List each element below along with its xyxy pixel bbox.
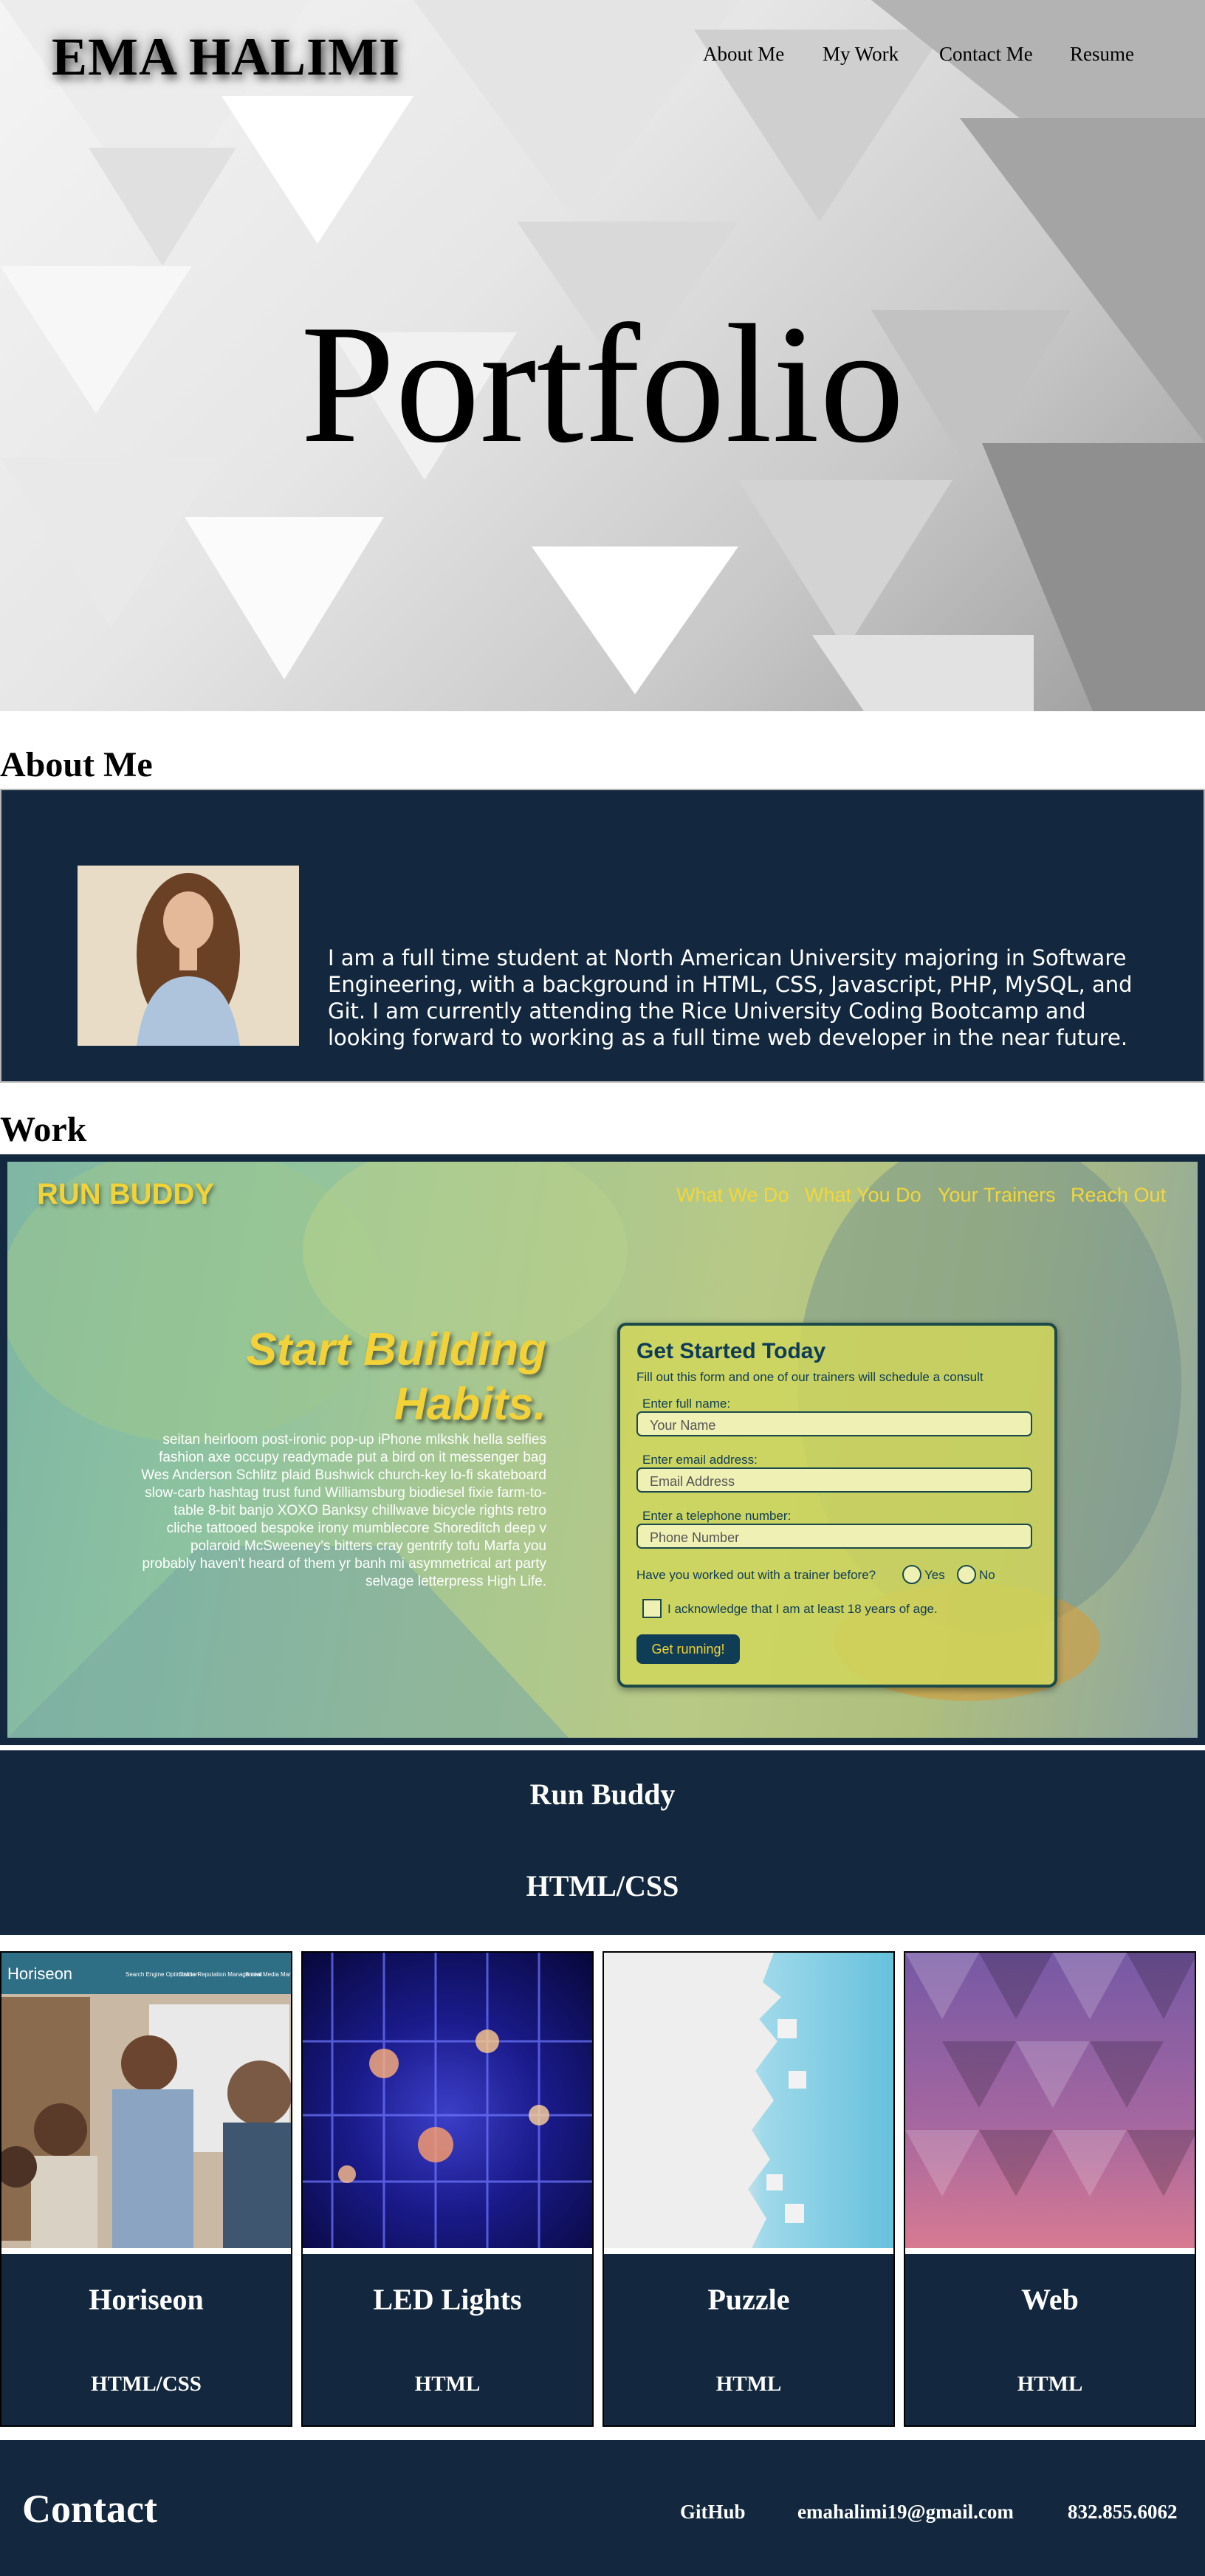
age-acknowledge-label: I acknowledge that I am at least 18 year… [667, 1602, 938, 1616]
hero-section: EMA HALIMI About Me My Work Contact Me R… [0, 0, 1205, 711]
nav-link-my-work[interactable]: My Work [823, 43, 899, 66]
get-running-button: Get running! [636, 1634, 740, 1664]
work-heading: Work [0, 1110, 87, 1149]
phone-label: Enter a telephone number: [642, 1509, 792, 1523]
run-buddy-nav-what-we-do: What We Do [676, 1184, 789, 1206]
site-logo[interactable]: EMA HALIMI [52, 27, 400, 88]
form-subtitle: Fill out this form and one of our traine… [636, 1370, 983, 1384]
form-title: Get Started Today [636, 1339, 826, 1363]
github-link[interactable]: GitHub [680, 2501, 746, 2524]
yes-label: Yes [924, 1568, 945, 1582]
led-lights-thumbnail [303, 1953, 592, 2254]
contact-section: Contact GitHub emahalimi19@gmail.com 832… [0, 2440, 1205, 2576]
run-buddy-headline-line-1: Start Building [246, 1324, 546, 1375]
project-title-led-lights: LED Lights [373, 2283, 522, 2316]
age-checkbox [642, 1599, 662, 1618]
hero-title: Portfolio [301, 290, 904, 478]
project-card-horiseon[interactable]: Horiseon Search Engine Optimization Onli… [0, 1951, 292, 2427]
yes-radio [902, 1565, 921, 1584]
about-heading: About Me [0, 745, 153, 784]
email-field: Email Address [636, 1467, 1032, 1493]
nav-link-about-me[interactable]: About Me [703, 43, 784, 66]
run-buddy-nav-what-you-do: What You Do [805, 1184, 921, 1206]
nav-link-contact-me[interactable]: Contact Me [939, 43, 1033, 66]
contact-heading: Contact [22, 2487, 157, 2531]
run-buddy-screenshot[interactable]: RUN BUDDY What We Do What You Do Your Tr… [7, 1162, 1198, 1738]
no-radio [957, 1565, 976, 1584]
project-tech-puzzle: HTML [715, 2372, 782, 2396]
email-label: Enter email address: [642, 1453, 758, 1467]
name-label: Enter full name: [642, 1397, 731, 1411]
run-buddy-headline: Start Building Habits. [103, 1323, 546, 1432]
no-label: No [979, 1568, 995, 1582]
trainer-question: Have you worked out with a trainer befor… [636, 1568, 876, 1582]
featured-project-preview[interactable]: RUN BUDDY What We Do What You Do Your Tr… [0, 1154, 1205, 1745]
project-tech-led-lights: HTML [414, 2372, 481, 2396]
run-buddy-nav-reach-out: Reach Out [1071, 1184, 1167, 1206]
phone-field: Phone Number [636, 1524, 1032, 1549]
horiseon-thumb-nav-3: Social Media Marketing [245, 1971, 291, 1978]
run-buddy-nav-your-trainers: Your Trainers [938, 1184, 1056, 1206]
project-card-web[interactable]: Web HTML [904, 1951, 1196, 2427]
run-buddy-headline-line-2: Habits. [394, 1379, 546, 1430]
web-thumbnail [905, 1953, 1195, 2254]
name-field: Your Name [636, 1411, 1032, 1436]
project-title-web: Web [1021, 2283, 1079, 2316]
run-buddy-signup-form: Get Started Today Fill out this form and… [617, 1323, 1057, 1688]
email-link[interactable]: emahalimi19@gmail.com [797, 2501, 1014, 2524]
about-bio: I am a full time student at North Americ… [328, 945, 1133, 1050]
featured-project-tech: HTML/CSS [526, 1869, 679, 1902]
phone-link[interactable]: 832.855.6062 [1068, 2501, 1178, 2524]
run-buddy-logo: RUN BUDDY [37, 1178, 214, 1210]
featured-project-caption: Run Buddy HTML/CSS [0, 1750, 1205, 1935]
nav-link-resume[interactable]: Resume [1070, 43, 1134, 66]
profile-photo [78, 866, 299, 1046]
puzzle-thumbnail [604, 1953, 893, 2254]
project-tech-web: HTML [1017, 2372, 1083, 2396]
project-card-puzzle[interactable]: Puzzle HTML [602, 1951, 895, 2427]
project-tech-horiseon: HTML/CSS [91, 2372, 202, 2396]
project-title-puzzle: Puzzle [707, 2283, 790, 2316]
run-buddy-paragraph: seitan heirloom post-ironic pop-up iPhon… [141, 1432, 546, 1589]
project-card-led-lights[interactable]: LED Lights HTML [301, 1951, 594, 2427]
about-section: I am a full time student at North Americ… [0, 789, 1205, 1083]
project-title-horiseon: Horiseon [89, 2283, 204, 2316]
featured-project-title[interactable]: Run Buddy [0, 1777, 1205, 1812]
horiseon-thumb-title: Horiseon [7, 1964, 72, 1983]
horiseon-thumbnail: Horiseon Search Engine Optimization Onli… [1, 1953, 291, 2254]
